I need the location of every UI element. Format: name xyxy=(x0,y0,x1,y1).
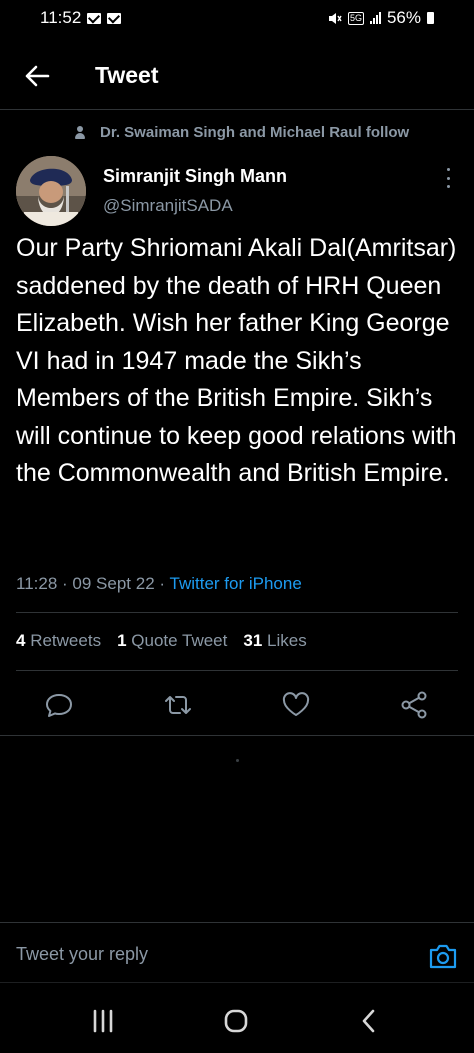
signal-icon xyxy=(369,12,381,24)
divider xyxy=(16,670,458,671)
reply-input[interactable] xyxy=(16,944,396,965)
battery-icon xyxy=(427,12,434,24)
tweet-text: Our Party Shriomani Akali Dal(Amritsar) … xyxy=(16,234,457,487)
mute-icon xyxy=(328,12,342,24)
tweet-time: 11:28 xyxy=(16,574,58,593)
avatar[interactable] xyxy=(16,156,86,226)
back-arrow-icon[interactable] xyxy=(24,64,50,88)
like-icon[interactable] xyxy=(279,688,313,722)
system-nav-bar xyxy=(0,1008,474,1036)
header: Tweet xyxy=(0,44,474,108)
likes-stat[interactable]: 31 Likes xyxy=(243,631,306,651)
action-bar xyxy=(0,688,474,722)
retweets-stat[interactable]: 4 Retweets xyxy=(16,631,101,651)
divider xyxy=(0,982,474,983)
avatar-image xyxy=(16,156,86,226)
tweet-client-link[interactable]: Twitter for iPhone xyxy=(170,574,302,593)
tweet-date: 09 Sept 22 xyxy=(72,574,155,593)
divider xyxy=(0,735,474,736)
tweet-stats: 4 Retweets 1 Quote Tweet 31 Likes xyxy=(16,631,307,651)
author-handle[interactable]: @SimranjitSADA xyxy=(103,196,233,216)
status-left: 11:52 xyxy=(40,8,122,28)
retweets-count: 4 xyxy=(16,631,26,650)
status-bar: 11:52 5G 56% xyxy=(0,0,474,36)
more-icon[interactable] xyxy=(440,168,456,188)
back-icon[interactable] xyxy=(358,1008,380,1034)
meta-separator: · xyxy=(159,574,166,593)
network-badge: 5G xyxy=(347,11,364,25)
divider xyxy=(16,612,458,613)
social-context-label: Dr. Swaiman Singh and Michael Raul follo… xyxy=(100,124,410,141)
loading-dot xyxy=(236,759,239,762)
social-context[interactable]: Dr. Swaiman Singh and Michael Raul follo… xyxy=(74,124,409,141)
tweet-meta: 11:28 · 09 Sept 22 · Twitter for iPhone xyxy=(16,574,302,594)
recent-apps-icon[interactable] xyxy=(90,1008,116,1034)
page-title: Tweet xyxy=(95,62,159,88)
status-time: 11:52 xyxy=(40,8,82,27)
home-icon[interactable] xyxy=(223,1008,249,1034)
retweet-icon[interactable] xyxy=(161,688,195,722)
battery-percent: 56% xyxy=(386,8,421,27)
mail-icon xyxy=(107,12,122,24)
author-name[interactable]: Simranjit Singh Mann xyxy=(103,166,287,187)
status-right: 5G 56% xyxy=(328,8,434,28)
camera-icon[interactable] xyxy=(428,942,458,970)
retweets-label: Retweets xyxy=(30,631,102,650)
likes-count: 31 xyxy=(243,631,263,650)
divider xyxy=(0,109,474,110)
mail-icon xyxy=(87,12,102,24)
quotes-label: Quote Tweet xyxy=(131,631,228,650)
likes-label: Likes xyxy=(267,631,307,650)
share-icon[interactable] xyxy=(398,688,432,722)
divider xyxy=(0,922,474,923)
reply-icon[interactable] xyxy=(42,688,76,722)
quotes-stat[interactable]: 1 Quote Tweet xyxy=(117,631,227,651)
meta-separator: · xyxy=(62,574,68,593)
person-icon xyxy=(74,125,86,140)
quotes-count: 1 xyxy=(117,631,127,650)
